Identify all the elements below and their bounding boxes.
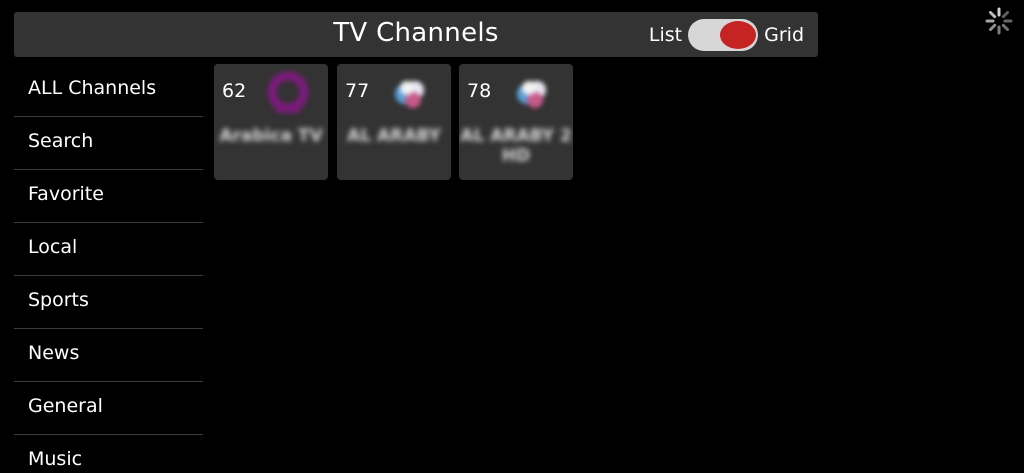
sidebar-item-music[interactable]: Music: [14, 435, 203, 473]
al-araby-logo-icon: [395, 81, 424, 108]
sidebar-item-search[interactable]: Search: [14, 117, 203, 170]
sidebar-item-news[interactable]: News: [14, 329, 203, 382]
arabica-logo-icon: [267, 71, 309, 113]
view-switch[interactable]: [688, 19, 759, 51]
view-toggle[interactable]: List Grid: [649, 19, 804, 51]
sidebar-item-general[interactable]: General: [14, 382, 203, 435]
switch-knob[interactable]: [720, 21, 757, 49]
sidebar-item-favorite[interactable]: Favorite: [14, 170, 203, 223]
channel-number: 77: [345, 80, 370, 102]
grid-label[interactable]: Grid: [764, 19, 804, 51]
channel-name: AL ARABY 2 HD: [460, 126, 572, 166]
channel-number: 62: [222, 80, 247, 102]
header-bar: TV Channels List Grid: [14, 12, 818, 57]
spinner-icon: [985, 7, 1013, 35]
channel-tile[interactable]: 77 AL ARABY: [337, 64, 451, 180]
list-label[interactable]: List: [649, 19, 682, 51]
channel-tile[interactable]: 78 AL ARABY 2 HD: [459, 64, 573, 180]
channel-name: Arabica TV: [219, 126, 323, 146]
sidebar-item-all-channels[interactable]: ALL Channels: [14, 64, 203, 117]
al-araby-logo-icon: [517, 81, 546, 108]
category-sidebar: ALL Channels Search Favorite Local Sport…: [14, 64, 203, 473]
channel-number: 78: [467, 80, 492, 102]
channel-name: AL ARABY: [347, 126, 441, 146]
channel-tile[interactable]: 62 Arabica TV: [214, 64, 328, 180]
sidebar-item-local[interactable]: Local: [14, 223, 203, 276]
sidebar-item-sports[interactable]: Sports: [14, 276, 203, 329]
